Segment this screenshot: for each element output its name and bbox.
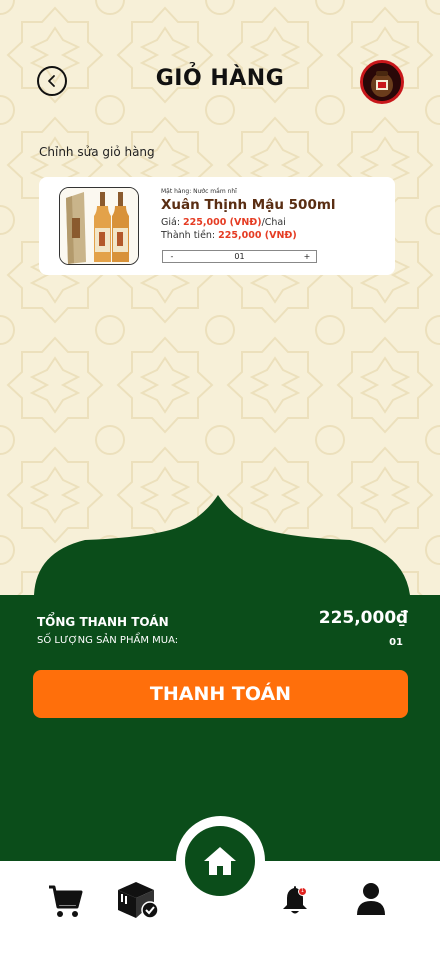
quantity-label: SỐ LƯỢNG SẢN PHẨM MUA: xyxy=(37,635,179,646)
price-label: Giá: xyxy=(161,217,184,228)
header: GIỎ HÀNG xyxy=(0,58,440,104)
quantity-total: 01 xyxy=(389,637,403,648)
orders-icon[interactable] xyxy=(116,880,160,920)
product-name: Xuân Thịnh Mậu 500ml xyxy=(161,197,336,213)
edit-cart-label: Chỉnh sửa giỏ hàng xyxy=(39,145,155,159)
cart-icon[interactable] xyxy=(47,883,83,919)
quantity-stepper: - 01 + xyxy=(162,250,317,263)
product-category: Mặt hàng: Nước mắm nhĩ xyxy=(161,188,237,195)
avatar[interactable] xyxy=(360,60,404,104)
subtotal-label: Thành tiền: xyxy=(161,230,219,241)
qty-value[interactable]: 01 xyxy=(181,252,298,261)
product-jar-icon xyxy=(363,63,401,101)
product-price: Giá: 225,000 (VNĐ)/Chai xyxy=(161,217,286,228)
price-value: 225,000 (VNĐ) xyxy=(183,217,262,228)
home-icon xyxy=(204,847,236,875)
qty-increase-button[interactable]: + xyxy=(298,252,316,261)
user-icon[interactable] xyxy=(355,882,387,916)
home-button[interactable] xyxy=(185,826,255,896)
price-unit: /Chai xyxy=(261,217,286,228)
subtotal-value: 225,000 (VNĐ) xyxy=(218,230,297,241)
total-label: TỔNG THANH TOÁN xyxy=(37,615,169,629)
product-subtotal: Thành tiền: 225,000 (VNĐ) xyxy=(161,230,297,241)
checkout-button[interactable]: THANH TOÁN xyxy=(33,670,408,718)
product-image xyxy=(59,187,139,265)
notification-badge: 1 xyxy=(298,887,307,896)
qty-decrease-button[interactable]: - xyxy=(163,252,181,261)
cart-item-card: Mặt hàng: Nước mắm nhĩ Xuân Thịnh Mậu 50… xyxy=(39,177,395,275)
total-value: 225,000₫ xyxy=(318,608,408,628)
